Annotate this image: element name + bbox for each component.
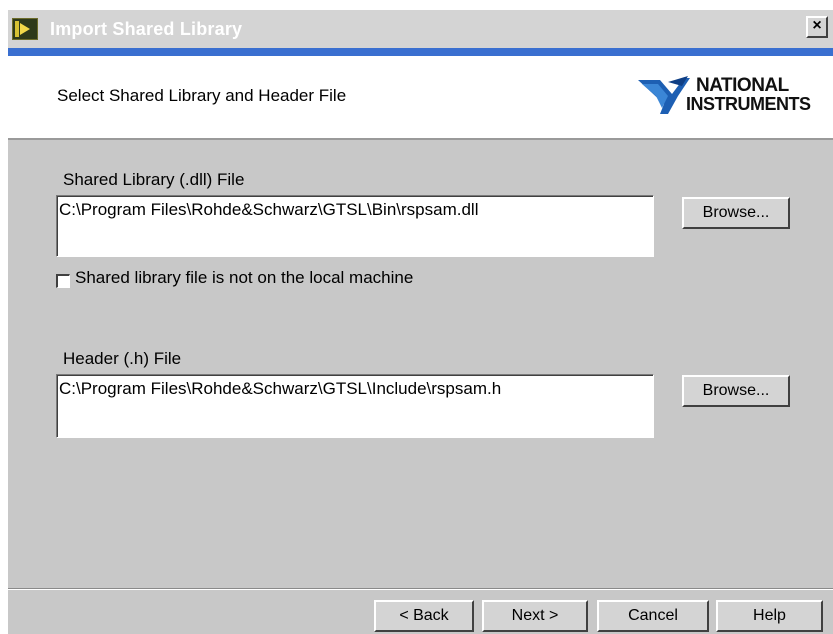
footer-divider — [8, 588, 833, 590]
title-bar[interactable]: Import Shared Library × — [8, 10, 833, 56]
browse-shared-library-button[interactable]: Browse... — [682, 197, 790, 229]
close-button[interactable]: × — [806, 16, 828, 38]
ni-eagle-icon — [638, 76, 690, 114]
logo-text-instruments: INSTRUMENTS — [686, 94, 811, 114]
header-file-path-field[interactable]: C:\Program Files\Rohde&Schwarz\GTSL\Incl… — [56, 374, 654, 438]
back-button[interactable]: < Back — [374, 600, 474, 632]
not-local-checkbox[interactable] — [56, 274, 70, 288]
labview-vi-icon — [12, 18, 38, 40]
header-file-label: Header (.h) File — [63, 349, 182, 368]
window-title: Import Shared Library — [50, 19, 243, 39]
national-instruments-logo: NATIONAL INSTRUMENTS — [638, 74, 828, 118]
help-button[interactable]: Help — [716, 600, 823, 632]
wizard-header: Select Shared Library and Header File NA… — [8, 56, 833, 140]
logo-text-national: NATIONAL — [696, 75, 789, 96]
next-button[interactable]: Next > — [482, 600, 588, 632]
browse-header-file-button[interactable]: Browse... — [682, 375, 790, 407]
not-local-checkbox-label[interactable]: Shared library file is not on the local … — [75, 268, 413, 288]
cancel-button[interactable]: Cancel — [597, 600, 709, 632]
import-shared-library-dialog: Import Shared Library × Select Shared Li… — [8, 10, 833, 634]
shared-library-label: Shared Library (.dll) File — [63, 170, 245, 189]
page-title: Select Shared Library and Header File — [57, 86, 347, 105]
shared-library-path-field[interactable]: C:\Program Files\Rohde&Schwarz\GTSL\Bin\… — [56, 195, 654, 257]
